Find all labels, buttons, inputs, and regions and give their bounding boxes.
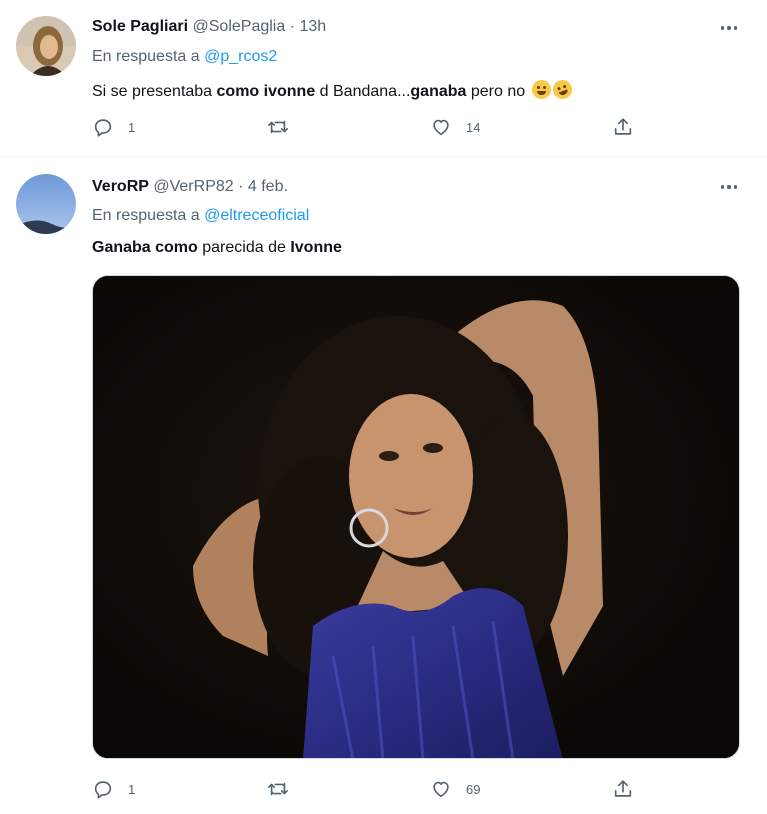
text-part-bold: Ganaba como xyxy=(92,239,198,256)
reply-icon xyxy=(94,781,112,799)
timestamp[interactable]: 13h xyxy=(299,18,326,35)
display-name[interactable]: Sole Pagliari xyxy=(92,18,188,35)
laughing-emoji-icon xyxy=(531,80,551,99)
retweet-icon xyxy=(268,782,288,796)
like-button[interactable]: 69 xyxy=(430,777,480,801)
avatar[interactable] xyxy=(16,174,76,234)
tweet-header: Sole Pagliari @SolePaglia · 13h xyxy=(92,18,326,36)
text-part: parecida de xyxy=(197,239,291,256)
tweet-header: VeroRP @VerRP82 · 4 feb. xyxy=(92,178,288,196)
reply-context: En respuesta a @p_rcos2 xyxy=(92,48,277,66)
reply-count: 1 xyxy=(128,119,136,135)
like-count: 69 xyxy=(466,781,481,797)
reply-icon xyxy=(94,119,112,137)
retweet-button[interactable] xyxy=(267,777,303,801)
reply-context: En respuesta a @eltreceoficial xyxy=(92,207,309,225)
reply-prefix: En respuesta a xyxy=(92,207,205,224)
reply-button[interactable]: 1 xyxy=(92,777,135,801)
reply-prefix: En respuesta a xyxy=(92,48,205,65)
tweet[interactable]: Sole Pagliari @SolePaglia · 13h En respu… xyxy=(0,0,767,157)
tweet-actions: 1 14 xyxy=(92,115,652,139)
user-handle[interactable]: @SolePaglia xyxy=(193,18,286,35)
retweet-button[interactable] xyxy=(267,115,303,139)
heart-icon xyxy=(433,119,449,136)
share-button[interactable] xyxy=(612,115,634,139)
share-icon xyxy=(614,780,632,797)
retweet-icon xyxy=(268,120,288,134)
like-count: 14 xyxy=(466,119,481,135)
reply-count: 1 xyxy=(128,781,136,797)
text-part: pero no xyxy=(466,83,530,100)
tweet-actions: 1 69 xyxy=(92,777,652,801)
reply-mention[interactable]: @p_rcos2 xyxy=(204,48,277,65)
avatar[interactable] xyxy=(16,16,76,76)
share-button[interactable] xyxy=(612,777,634,801)
text-part-bold: ganaba xyxy=(410,83,467,100)
like-button[interactable]: 14 xyxy=(430,115,480,139)
heart-icon xyxy=(433,781,449,798)
display-name[interactable]: VeroRP xyxy=(92,178,149,195)
rofl-emoji-icon xyxy=(549,77,575,102)
user-handle[interactable]: @VerRP82 xyxy=(153,178,233,195)
separator: · xyxy=(238,178,244,195)
tweet[interactable]: VeroRP @VerRP82 · 4 feb. En respuesta a … xyxy=(0,157,767,814)
reply-button[interactable]: 1 xyxy=(92,115,135,139)
text-part-bold: Ivonne xyxy=(290,239,342,256)
text-part-bold: como ivonne xyxy=(216,83,316,100)
more-icon[interactable] xyxy=(717,177,741,197)
share-icon xyxy=(614,118,632,135)
text-part: d Bandana... xyxy=(315,83,411,100)
more-icon[interactable] xyxy=(717,18,741,38)
tweet-text: Si se presentaba como ivonne d Bandana..… xyxy=(92,77,575,102)
separator: · xyxy=(289,18,296,35)
tweet-photo[interactable] xyxy=(92,275,740,759)
tweet-text: Ganaba como parecida de Ivonne xyxy=(92,239,342,257)
text-part: Si se presentaba xyxy=(92,83,217,100)
timestamp[interactable]: 4 feb. xyxy=(248,178,288,195)
reply-mention[interactable]: @eltreceoficial xyxy=(204,207,309,224)
